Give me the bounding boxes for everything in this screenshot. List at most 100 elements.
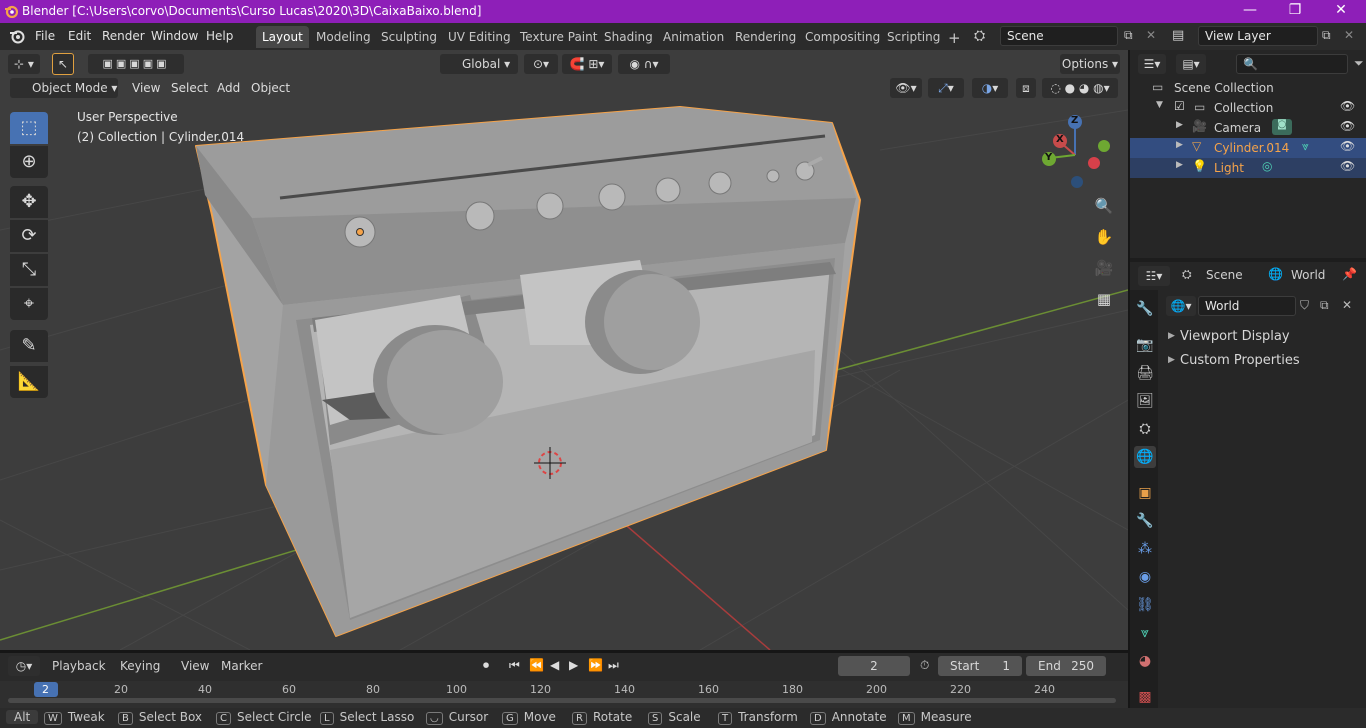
particles-tab-icon[interactable]: ⁂ — [1134, 538, 1156, 560]
expand-arrow-icon[interactable]: ▶ — [1176, 140, 1183, 150]
scene-icon[interactable]: ⛭ — [974, 28, 985, 44]
world-name-field[interactable]: World — [1198, 296, 1296, 316]
delete-view-layer-icon[interactable]: ✕ — [1344, 28, 1354, 42]
move-tool[interactable]: ✥ — [10, 186, 48, 218]
eye-icon[interactable]: 👁 — [1340, 139, 1355, 153]
tool-tab-icon[interactable]: 🔧 — [1134, 298, 1156, 320]
tab-rendering[interactable]: Rendering — [729, 26, 802, 48]
view-layer-icon[interactable]: ▤ — [1172, 28, 1184, 43]
rotate-tool[interactable]: ⟳ — [10, 220, 48, 252]
start-frame-field[interactable]: Start 1 — [938, 656, 1022, 676]
gizmo-z-label[interactable]: Z — [1071, 115, 1078, 126]
tab-sculpting[interactable]: Sculpting — [375, 26, 443, 48]
viewport-menu-add[interactable]: Add — [217, 81, 240, 95]
texture-tab-icon[interactable]: ▩ — [1134, 686, 1156, 708]
section-viewport-display[interactable]: Viewport Display — [1180, 329, 1290, 344]
eye-icon[interactable]: 👁 — [1340, 159, 1355, 173]
filter-icon[interactable]: ⏷ — [1354, 56, 1364, 71]
viewport-menu-select[interactable]: Select — [171, 81, 208, 95]
restore-button[interactable]: ❐ — [1285, 2, 1305, 18]
scene-tab-icon[interactable]: ⛭ — [1134, 418, 1156, 440]
frame-ruler[interactable]: 2 20 40 60 80 100 120 140 160 180 200 22… — [0, 681, 1128, 709]
add-workspace-button[interactable]: + — [942, 25, 967, 47]
pan-hand-icon[interactable]: ✋ — [1090, 223, 1118, 251]
stopwatch-icon[interactable]: ⏱ — [920, 658, 929, 673]
camera-view-icon[interactable]: 🎥 — [1090, 254, 1118, 282]
expand-arrow-icon[interactable]: ▼ — [1156, 100, 1163, 110]
options-dropdown[interactable]: Options ▾ — [1060, 54, 1120, 74]
3d-viewport[interactable]: Z X Y ⊹ ▾ ↖ ▣▣▣▣▣ Global ▾ ⊙▾ 🧲 ⊞▾ ◉ ∩▾ … — [0, 50, 1128, 650]
gizmo-y-label[interactable]: Y — [1045, 152, 1052, 163]
unlink-world-icon[interactable]: ✕ — [1342, 298, 1352, 312]
expand-arrow-icon[interactable]: ▶ — [1168, 331, 1175, 341]
physics-tab-icon[interactable]: ◉ — [1134, 566, 1156, 588]
close-window-button[interactable]: ✕ — [1331, 2, 1351, 18]
light-data-icon[interactable]: ◎ — [1262, 159, 1272, 173]
timeline-menu-view[interactable]: View — [181, 659, 209, 673]
fake-user-icon[interactable]: ⛉ — [1300, 298, 1309, 313]
tab-scripting[interactable]: Scripting — [881, 26, 946, 48]
snap-dropdown[interactable]: 🧲 ⊞▾ — [562, 54, 612, 74]
timeline-editor-type[interactable]: ◷▾ — [8, 656, 40, 676]
menu-window[interactable]: Window — [151, 29, 198, 43]
select-tool-icon[interactable]: ↖ — [52, 53, 74, 75]
visibility-dropdown[interactable]: 👁▾ — [890, 78, 922, 98]
outliner-editor-type[interactable]: ☰▾ — [1138, 54, 1166, 74]
expand-arrow-icon[interactable]: ▶ — [1176, 160, 1183, 170]
gizmo-x-label[interactable]: X — [1056, 134, 1064, 145]
gizmo-toggle[interactable]: ⤢▾ — [928, 78, 964, 98]
zoom-icon[interactable]: 🔍 — [1090, 192, 1118, 220]
cursor-tool[interactable]: ⊕ — [10, 146, 48, 178]
new-scene-icon[interactable]: ⧉ — [1124, 28, 1133, 43]
tab-texture-paint[interactable]: Texture Paint — [514, 26, 603, 48]
jump-start-icon[interactable]: ⏮ — [509, 658, 520, 673]
minimize-button[interactable]: — — [1240, 2, 1260, 18]
menu-render[interactable]: Render — [102, 29, 145, 43]
material-tab-icon[interactable]: ◕ — [1134, 650, 1156, 672]
menu-edit[interactable]: Edit — [68, 29, 91, 43]
pin-icon[interactable]: 📌 — [1342, 267, 1357, 281]
menu-file[interactable]: File — [35, 29, 55, 43]
outliner-search[interactable]: 🔍 — [1236, 54, 1348, 74]
tab-layout[interactable]: Layout — [256, 26, 309, 48]
constraints-tab-icon[interactable]: ⛓ — [1134, 594, 1156, 616]
world-browse-button[interactable]: 🌐▾ — [1166, 296, 1196, 316]
outliner-row-scene-collection[interactable]: ▭ Scene Collection — [1130, 78, 1366, 98]
view-layer-selector[interactable]: View Layer — [1198, 26, 1318, 46]
expand-arrow-icon[interactable]: ▶ — [1168, 355, 1175, 365]
tab-animation[interactable]: Animation — [657, 26, 730, 48]
world-tab-icon[interactable]: 🌐 — [1134, 446, 1156, 468]
scene-selector[interactable]: Scene — [1000, 26, 1118, 46]
timeline-menu-playback[interactable]: Playback — [52, 659, 106, 673]
modifier-tab-icon[interactable]: 🔧 — [1134, 510, 1156, 532]
new-world-icon[interactable]: ⧉ — [1320, 298, 1329, 313]
eye-icon[interactable]: 👁 — [1340, 119, 1355, 133]
timeline-editor[interactable]: ◷▾ Playback Keying View Marker ⏺ ⏮ ⏪ ◀ ▶… — [0, 653, 1128, 709]
select-mode-buttons[interactable]: ▣▣▣▣▣ — [88, 54, 184, 74]
checkbox-icon[interactable]: ☑ — [1174, 99, 1185, 113]
xray-toggle[interactable]: ⧈ — [1016, 78, 1036, 98]
overlay-toggle[interactable]: ◑▾ — [972, 78, 1008, 98]
blender-menu-icon[interactable] — [8, 28, 26, 44]
viewport-menu-object[interactable]: Object — [251, 81, 290, 95]
timeline-scrollbar[interactable] — [8, 698, 1116, 703]
editor-type-button[interactable]: ⊹ ▾ — [8, 54, 40, 74]
delete-scene-icon[interactable]: ✕ — [1146, 28, 1156, 42]
object-tab-icon[interactable]: ▣ — [1134, 482, 1156, 504]
outliner-row-collection[interactable]: ▼ ☑ ▭ Collection 👁 — [1130, 98, 1366, 118]
properties-editor-type[interactable]: ☷▾ — [1138, 266, 1170, 286]
outliner-display-mode[interactable]: ▤▾ — [1176, 54, 1206, 74]
play-icon[interactable]: ▶ — [569, 658, 578, 672]
record-button[interactable]: ⏺ — [483, 658, 489, 673]
mode-dropdown[interactable]: Object Mode ▾ — [10, 78, 118, 98]
view-layer-tab-icon[interactable]: 🖼 — [1134, 390, 1156, 412]
viewport-menu-view[interactable]: View — [132, 81, 160, 95]
outliner-row-light[interactable]: ▶ 💡 Light ◎ 👁 — [1130, 158, 1366, 178]
end-frame-field[interactable]: End 250 — [1026, 656, 1106, 676]
section-custom-properties[interactable]: Custom Properties — [1180, 353, 1300, 368]
data-tab-icon[interactable]: ⩔ — [1134, 622, 1156, 644]
camera-data-icon[interactable]: ◙ — [1272, 119, 1292, 135]
outliner-row-camera[interactable]: ▶ 🎥 Camera ◙ 👁 — [1130, 118, 1366, 138]
select-box-tool[interactable]: ⬚ — [10, 112, 48, 144]
new-view-layer-icon[interactable]: ⧉ — [1322, 28, 1331, 43]
